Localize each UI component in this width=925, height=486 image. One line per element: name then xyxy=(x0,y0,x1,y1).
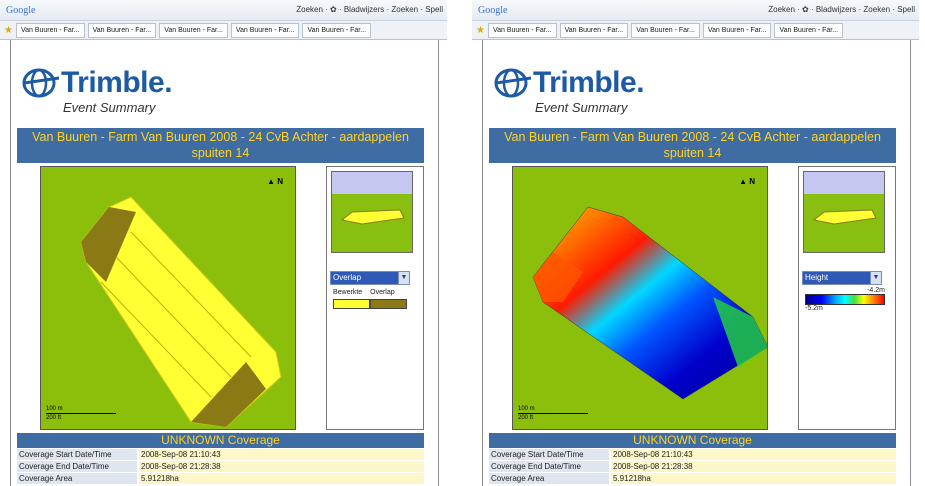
favorites-star-icon[interactable]: ★ xyxy=(476,25,485,36)
scale-imperial: 200 ft xyxy=(518,415,534,421)
browser-tab[interactable]: Van Buuren - Far... xyxy=(15,22,85,38)
coverage-table: Coverage Start Date/Time 2008-Sep-08 21:… xyxy=(17,449,424,485)
3d-thumbnail[interactable] xyxy=(331,171,413,253)
tab-bar: ★ Van Buuren - Far... Van Buuren - Far..… xyxy=(472,21,919,40)
height-legend: -4.2m -5.2m xyxy=(805,287,885,312)
brand-name: Trimble. xyxy=(533,66,645,99)
scale-bar: 100 m 200 ft xyxy=(518,406,588,421)
coverage-header: UNKNOWN Coverage xyxy=(489,433,896,448)
scale-metric: 100 m xyxy=(518,406,535,412)
height-coverage-shape xyxy=(532,206,769,400)
browser-tab[interactable]: Van Buuren - Far... xyxy=(631,22,700,38)
report-page: Trimble. Event Summary Van Buuren - Farm… xyxy=(482,40,911,486)
row-value: 5.91218ha xyxy=(137,473,424,484)
row-label: Coverage Start Date/Time xyxy=(17,449,137,460)
table-row: Coverage Area 5.91218ha xyxy=(489,473,896,485)
row-label: Coverage Start Date/Time xyxy=(489,449,609,460)
trimble-logo: Trimble. xyxy=(493,66,645,100)
height-color-ramp xyxy=(805,294,885,305)
row-value: 5.91218ha xyxy=(609,473,896,484)
toolbar-menu[interactable]: Zoeken · ✿ · Bladwijzers · Zoeken · Spel… xyxy=(768,5,915,14)
brand-name: Trimble. xyxy=(61,66,173,99)
north-arrow: ▲ N xyxy=(739,177,755,186)
row-label: Coverage Area xyxy=(17,473,137,484)
browser-window-left: Google Zoeken · ✿ · Bladwijzers · Zoeken… xyxy=(0,0,447,486)
google-toolbar-logo[interactable]: Google xyxy=(6,5,35,16)
legend-label-bewerkte: Bewerkte xyxy=(333,289,363,296)
overlap-legend-labels: Bewerkte Overlap xyxy=(333,289,401,296)
browser-tab[interactable]: Van Buuren - Far... xyxy=(87,22,157,38)
legend-min: -5.2m xyxy=(805,305,823,312)
legend-max: -4.2m xyxy=(867,287,885,294)
row-value: 2008-Sep-08 21:10:43 xyxy=(137,449,424,460)
favorites-star-icon[interactable]: ★ xyxy=(4,25,13,36)
report-subtitle: Event Summary xyxy=(535,100,628,115)
legend-swatch-bewerkte xyxy=(333,299,370,309)
tab-bar: ★ Van Buuren - Far... Van Buuren - Far..… xyxy=(0,21,447,40)
layer-select-value: Height xyxy=(805,273,829,282)
browser-window-right: Google Zoeken · ✿ · Bladwijzers · Zoeken… xyxy=(472,0,919,486)
row-value: 2008-Sep-08 21:10:43 xyxy=(609,449,896,460)
report-subtitle: Event Summary xyxy=(63,100,156,115)
legend-swatch-overlap xyxy=(370,299,407,309)
browser-toolbar: Google Zoeken · ✿ · Bladwijzers · Zoeken… xyxy=(0,0,447,21)
layer-select[interactable]: Overlap ▼ xyxy=(330,271,410,285)
browser-tab[interactable]: Van Buuren - Far... xyxy=(559,22,629,38)
layer-select-value: Overlap xyxy=(333,273,362,282)
chevron-down-icon[interactable]: ▼ xyxy=(870,271,882,285)
table-row: Coverage Area 5.91218ha xyxy=(17,473,424,485)
coverage-header: UNKNOWN Coverage xyxy=(17,433,424,448)
browser-tab[interactable]: Van Buuren - Far... xyxy=(302,22,372,38)
height-map[interactable]: ▲ N 100 m 200 ft xyxy=(512,166,769,430)
browser-tab[interactable]: Van Buuren - Far... xyxy=(702,22,772,38)
trimble-logo: Trimble. xyxy=(21,66,173,100)
scale-metric: 100 m xyxy=(46,406,63,412)
row-label: Coverage End Date/Time xyxy=(17,461,137,472)
browser-tab[interactable]: Van Buuren - Far... xyxy=(230,22,300,38)
table-row: Coverage End Date/Time 2008-Sep-08 21:28… xyxy=(17,461,424,473)
row-value: 2008-Sep-08 21:28:38 xyxy=(609,461,896,472)
toolbar-menu[interactable]: Zoeken · ✿ · Bladwijzers · Zoeken · Spel… xyxy=(296,5,443,14)
north-arrow: ▲ N xyxy=(267,177,283,186)
scale-imperial: 200 ft xyxy=(46,415,62,421)
row-label: Coverage End Date/Time xyxy=(489,461,609,472)
overlap-coverage-shape xyxy=(80,196,282,428)
chevron-down-icon[interactable]: ▼ xyxy=(398,271,410,285)
legend-label-overlap: Overlap xyxy=(370,289,395,296)
trimble-globe-icon xyxy=(22,68,60,98)
browser-tab[interactable]: Van Buuren - Far... xyxy=(774,22,844,38)
report-title: Van Buuren - Farm Van Buuren 2008 - 24 C… xyxy=(489,128,896,163)
google-toolbar-logo[interactable]: Google xyxy=(478,5,507,16)
browser-tab[interactable]: Van Buuren - Far... xyxy=(487,22,557,38)
trimble-globe-icon xyxy=(494,68,532,98)
table-row: Coverage End Date/Time 2008-Sep-08 21:28… xyxy=(489,461,896,473)
report-page: Trimble. Event Summary Van Buuren - Farm… xyxy=(10,40,439,486)
table-row: Coverage Start Date/Time 2008-Sep-08 21:… xyxy=(17,449,424,461)
3d-thumbnail[interactable] xyxy=(803,171,885,253)
browser-toolbar: Google Zoeken · ✿ · Bladwijzers · Zoeken… xyxy=(472,0,919,21)
table-row: Coverage Start Date/Time 2008-Sep-08 21:… xyxy=(489,449,896,461)
row-value: 2008-Sep-08 21:28:38 xyxy=(137,461,424,472)
scale-bar: 100 m 200 ft xyxy=(46,406,116,421)
side-panel: Height ▼ -4.2m -5.2m xyxy=(798,166,896,430)
coverage-map[interactable]: ▲ N 100 m 200 ft xyxy=(40,166,296,430)
row-label: Coverage Area xyxy=(489,473,609,484)
side-panel: Overlap ▼ Bewerkte Overlap xyxy=(326,166,424,430)
coverage-table: Coverage Start Date/Time 2008-Sep-08 21:… xyxy=(489,449,896,485)
layer-select[interactable]: Height ▼ xyxy=(802,271,882,285)
browser-tab[interactable]: Van Buuren - Far... xyxy=(159,22,228,38)
report-title: Van Buuren - Farm Van Buuren 2008 - 24 C… xyxy=(17,128,424,163)
